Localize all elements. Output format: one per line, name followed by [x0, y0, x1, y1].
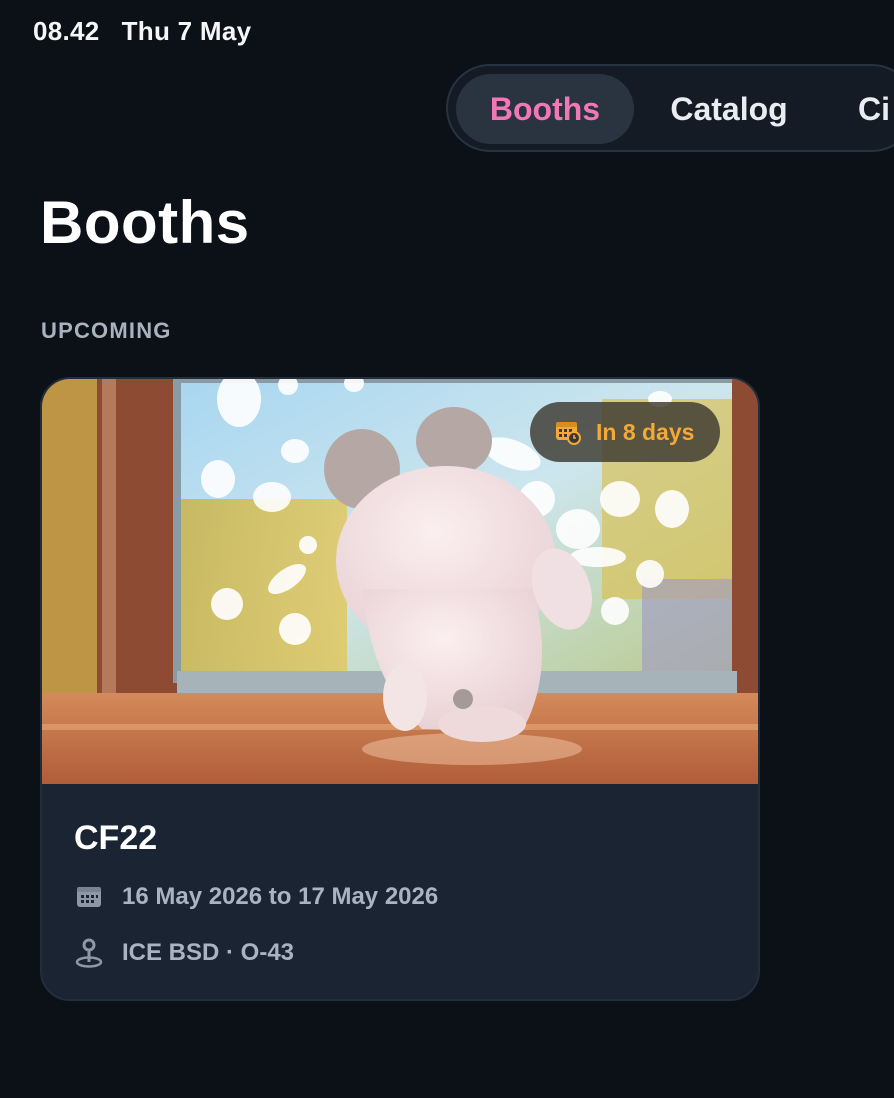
tab-catalog[interactable]: Catalog	[654, 74, 804, 144]
page-title: Booths	[40, 189, 250, 256]
booth-card[interactable]: In 8 days CF22 16 May 2026 to 17 May 202…	[40, 377, 760, 1001]
tab-third[interactable]: Ci	[844, 74, 894, 144]
tab-bar: Booths Catalog Ci	[446, 64, 894, 152]
booth-date-row: 16 May 2026 to 17 May 2026	[74, 882, 438, 912]
section-label-upcoming: UPCOMING	[41, 318, 172, 343]
calendar-icon	[74, 882, 104, 912]
booth-title: CF22	[74, 819, 158, 857]
status-bar: 08.42 Thu 7 May	[33, 16, 251, 47]
status-date: Thu 7 May	[121, 16, 252, 46]
tab-booths[interactable]: Booths	[456, 74, 634, 144]
booth-location: ICE BSD · O-43	[122, 939, 295, 966]
calendar-clock-icon	[556, 422, 581, 445]
booth-date-range: 16 May 2026 to 17 May 2026	[122, 883, 439, 910]
booth-location-row: ICE BSD · O-43	[74, 938, 294, 968]
map-pin-icon	[74, 938, 104, 968]
status-time: 08.42	[33, 16, 100, 46]
countdown-badge: In 8 days	[530, 402, 721, 462]
countdown-text: In 8 days	[596, 418, 695, 445]
booth-cover-image: In 8 days	[42, 379, 758, 784]
